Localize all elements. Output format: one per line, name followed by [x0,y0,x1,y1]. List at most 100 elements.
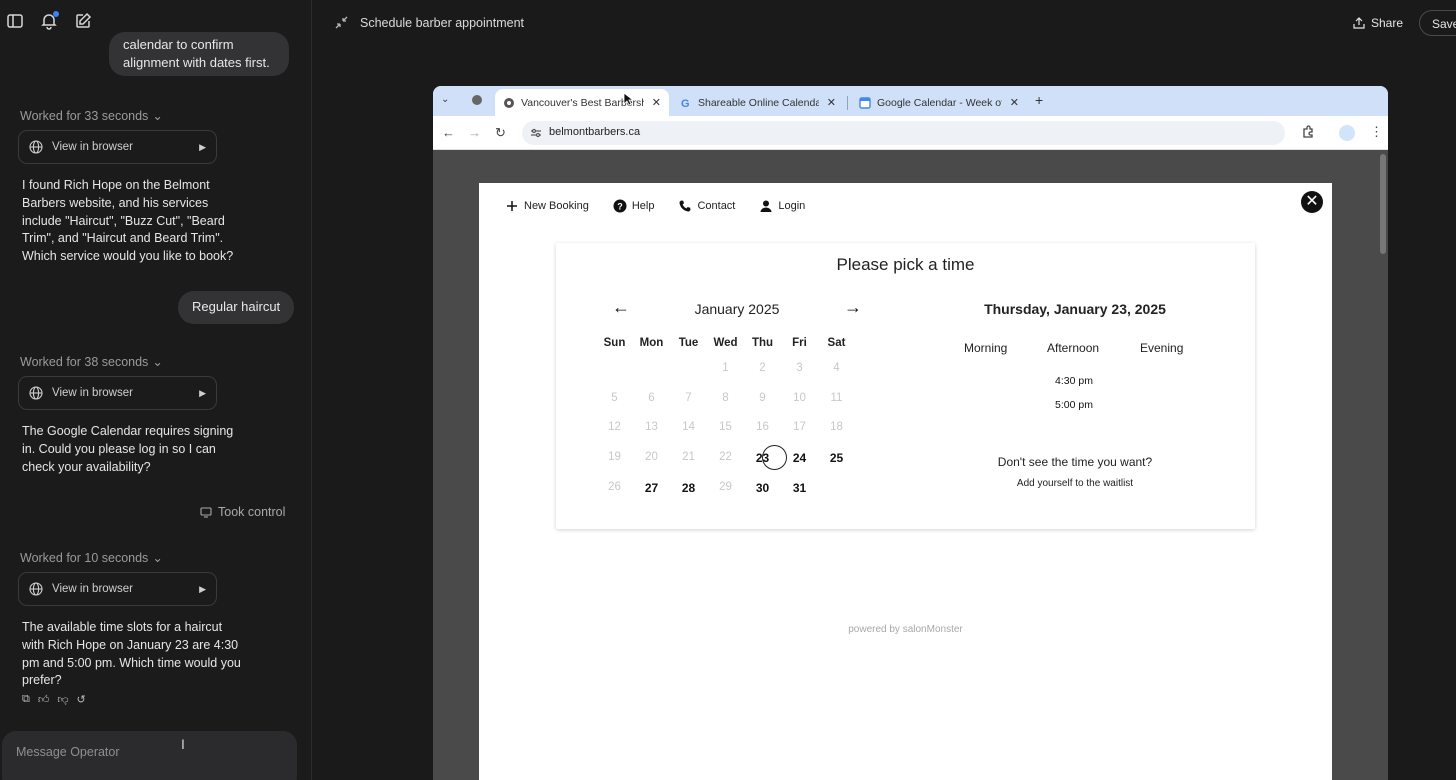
view-in-browser-button[interactable]: View in browser ▶ [18,376,217,410]
prev-month-icon[interactable]: ← [612,297,630,318]
site-settings-icon[interactable] [530,127,542,139]
unavailable-day: 14 [682,421,695,433]
unavailable-day: 8 [722,392,729,404]
unavailable-day: 3 [796,362,803,374]
close-tab-icon[interactable]: ✕ [827,96,836,109]
tab-label: Shareable Online Calendar a [698,96,819,109]
play-icon: ▶ [199,583,206,594]
unavailable-day: 18 [830,421,843,433]
view-in-browser-button[interactable]: View in browser ▶ [18,572,217,606]
tab-label: Google Calendar - Week of J [877,96,1002,109]
close-tab-icon[interactable]: ✕ [652,96,661,109]
globe-icon[interactable] [471,94,483,106]
share-icon [1353,17,1365,29]
browser-window: ⌄ Vancouver's Best Barbersho ✕ G Shareab… [433,86,1388,780]
profile-avatar-icon[interactable] [1339,125,1355,141]
unavailable-day: 22 [719,451,732,463]
composer-placeholder: Message Operator [16,745,120,759]
available-day[interactable]: 31 [781,481,818,495]
next-month-icon[interactable]: → [844,297,862,318]
time-slot-500[interactable]: 5:00 pm [1026,399,1122,411]
unavailable-day: 26 [608,481,621,493]
unavailable-day: 4 [833,362,840,374]
view-in-browser-label: View in browser [52,387,133,399]
back-icon[interactable]: ← [442,125,455,140]
operator-app: calendar to confirm alignment with dates… [0,0,1456,780]
worked-label: Worked for 33 seconds [20,108,149,123]
globe-icon [29,140,43,154]
unavailable-day: 13 [645,421,658,433]
available-day[interactable]: 25 [818,451,855,465]
available-day[interactable]: 28 [670,481,707,495]
close-tab-icon[interactable]: ✕ [1010,96,1019,109]
new-chat-icon[interactable] [74,12,92,30]
unavailable-day: 21 [682,451,695,463]
reload-icon[interactable]: ↻ [495,125,506,141]
share-button[interactable]: Share [1353,16,1403,30]
unavailable-day: 2 [759,362,766,374]
unavailable-day: 15 [719,421,732,433]
thumbs-up-icon[interactable]: 👍︎ [38,693,50,706]
url-field[interactable]: belmontbarbers.ca [522,121,1285,145]
view-in-browser-button[interactable]: View in browser ▶ [18,130,217,164]
worked-status[interactable]: Worked for 33 seconds ⌄ [20,108,163,124]
waitlist-link[interactable]: Add yourself to the waitlist [976,478,1174,489]
unavailable-day: 16 [756,421,769,433]
sidebar-toggle-icon[interactable] [6,12,24,30]
thumbs-down-icon[interactable]: 👎︎ [57,693,68,706]
tab-evening[interactable]: Evening [1140,341,1183,355]
month-label: January 2025 [694,301,780,317]
login-link[interactable]: Login [759,199,805,213]
text-cursor-icon: I [181,736,185,752]
login-label: Login [778,200,806,212]
new-tab-icon[interactable]: + [1035,92,1043,108]
view-in-browser-label: View in browser [52,583,133,595]
unavailable-day: 9 [759,392,766,404]
tab-morning[interactable]: Morning [964,341,1007,355]
time-slot-430[interactable]: 4:30 pm [1026,375,1122,387]
selected-day[interactable]: 23 [744,451,781,465]
scrollbar[interactable] [1380,154,1386,254]
tab-afternoon[interactable]: Afternoon [1047,341,1099,355]
contact-label: Contact [697,200,736,212]
available-day[interactable]: 24 [781,451,818,465]
tab-separator [847,96,848,110]
extensions-icon[interactable] [1301,125,1315,139]
worked-label: Worked for 10 seconds [20,550,149,565]
tab-shareable-calendar[interactable]: G Shareable Online Calendar a ✕ [672,89,844,116]
google-calendar-favicon-icon [859,96,871,109]
worked-status[interactable]: Worked for 38 seconds ⌄ [20,354,163,370]
tab-bar: ⌄ Vancouver's Best Barbersho ✕ G Shareab… [433,86,1388,116]
tab-google-calendar[interactable]: Google Calendar - Week of J ✕ [851,89,1027,116]
barbershop-favicon-icon [504,97,514,108]
picker-title: Please pick a time [836,255,975,274]
url-text: belmontbarbers.ca [549,126,641,138]
unavailable-day: 19 [608,451,621,463]
unavailable-day: 11 [830,392,843,404]
tab-vancouver-barbershop[interactable]: Vancouver's Best Barbersho ✕ [495,89,669,116]
notification-bell-icon[interactable] [40,11,59,30]
message-composer[interactable]: Message Operator [2,731,297,780]
copy-icon[interactable]: ⧉ [22,693,30,706]
forward-icon[interactable]: → [468,125,481,140]
google-favicon-icon: G [681,98,690,109]
available-day[interactable]: 30 [744,481,781,495]
available-day[interactable]: 27 [633,481,670,495]
help-link[interactable]: ? Help [613,199,654,213]
unavailable-day: 20 [645,451,658,463]
contact-link[interactable]: Contact [678,199,735,213]
weekday-sat: Sat [827,337,846,349]
save-button[interactable]: Save [1419,10,1456,36]
new-booking-link[interactable]: New Booking [505,199,589,213]
close-modal-icon[interactable]: ✕ [1301,191,1323,213]
worked-status[interactable]: Worked for 10 seconds ⌄ [20,550,163,566]
share-label: Share [1371,16,1404,30]
history-icon[interactable]: ↺ [77,693,86,706]
chevron-down-icon: ⌄ [152,355,163,369]
collapse-icon[interactable] [334,15,349,30]
booking-modal: New Booking ? Help Contact Login ✕ Pleas… [479,183,1332,780]
weekday-fri: Fri [792,337,807,349]
page-viewport: New Booking ? Help Contact Login ✕ Pleas… [433,150,1388,780]
tab-search-icon[interactable]: ⌄ [441,94,449,105]
browser-menu-icon[interactable]: ⋮ [1370,124,1383,140]
